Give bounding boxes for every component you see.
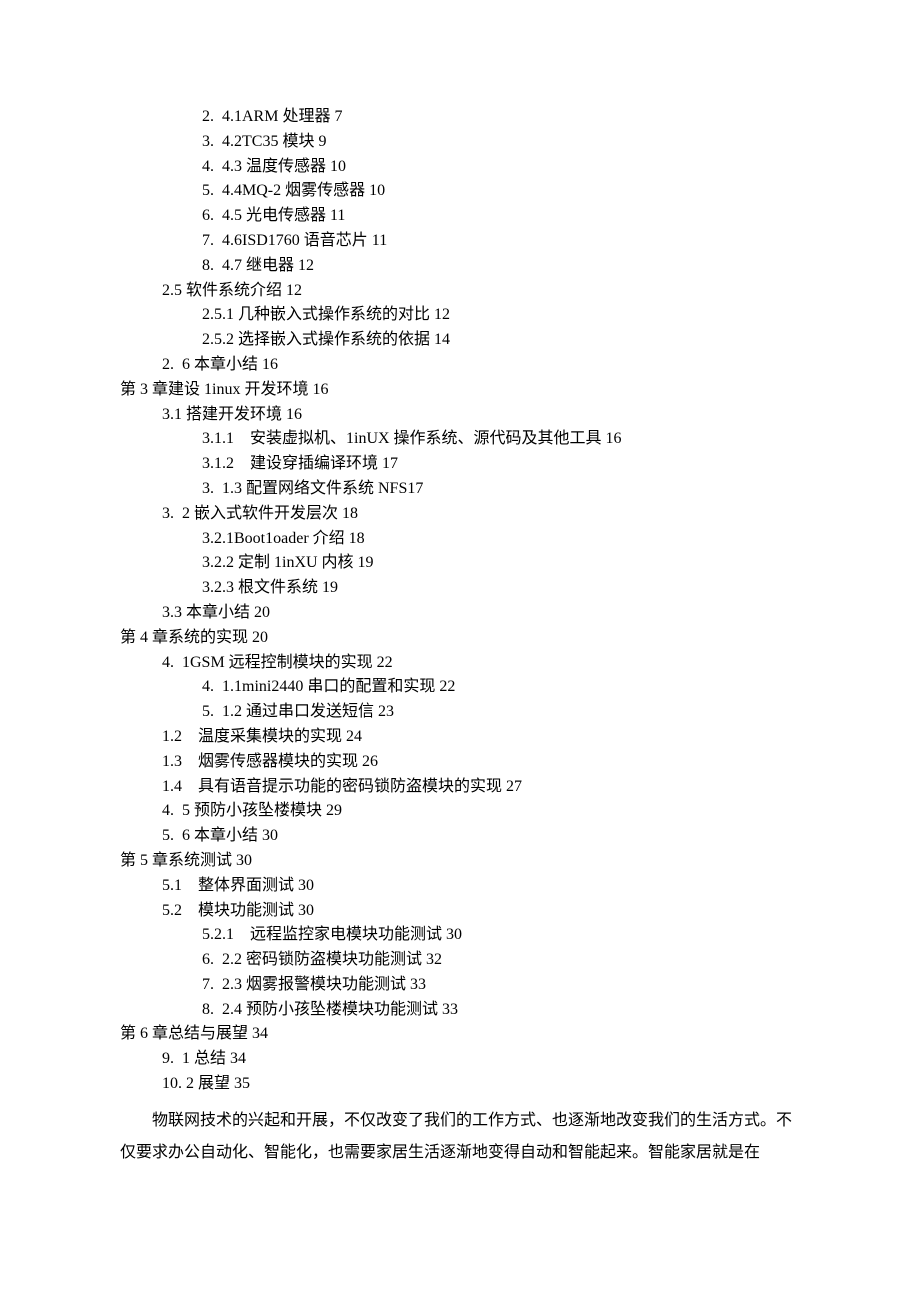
toc-entry: 8. 4.7 继电器 12 — [120, 254, 800, 279]
toc-entry: 3.3 本章小结 20 — [120, 601, 800, 626]
table-of-contents: 2. 4.1ARM 处理器 73. 4.2TC35 模块 94. 4.3 温度传… — [120, 105, 800, 1097]
toc-entry: 3. 1.3 配置网络文件系统 NFS17 — [120, 477, 800, 502]
toc-entry: 5. 6 本章小结 30 — [120, 824, 800, 849]
toc-entry: 2.5 软件系统介绍 12 — [120, 279, 800, 304]
toc-entry: 1.4 具有语音提示功能的密码锁防盗模块的实现 27 — [120, 775, 800, 800]
document-page: 2. 4.1ARM 处理器 73. 4.2TC35 模块 94. 4.3 温度传… — [0, 0, 920, 1301]
toc-entry: 7. 4.6ISD1760 语音芯片 11 — [120, 229, 800, 254]
toc-entry: 第 6 章总结与展望 34 — [120, 1022, 800, 1047]
toc-entry: 5. 4.4MQ-2 烟雾传感器 10 — [120, 179, 800, 204]
toc-entry: 第 4 章系统的实现 20 — [120, 626, 800, 651]
toc-entry: 3.2.1Boot1oader 介绍 18 — [120, 527, 800, 552]
toc-entry: 2.5.2 选择嵌入式操作系统的依据 14 — [120, 328, 800, 353]
body-paragraph: 物联网技术的兴起和开展，不仅改变了我们的工作方式、也逐渐地改变我们的生活方式。不… — [120, 1105, 800, 1169]
toc-entry: 8. 2.4 预防小孩坠楼模块功能测试 33 — [120, 998, 800, 1023]
toc-entry: 10. 2 展望 35 — [120, 1072, 800, 1097]
toc-entry: 2. 6 本章小结 16 — [120, 353, 800, 378]
toc-entry: 第 5 章系统测试 30 — [120, 849, 800, 874]
toc-entry: 3.2.3 根文件系统 19 — [120, 576, 800, 601]
toc-entry: 3. 2 嵌入式软件开发层次 18 — [120, 502, 800, 527]
toc-entry: 3.1.1 安装虚拟机、1inUX 操作系统、源代码及其他工具 16 — [120, 427, 800, 452]
toc-entry: 5.1 整体界面测试 30 — [120, 874, 800, 899]
toc-entry: 第 3 章建设 1inux 开发环境 16 — [120, 378, 800, 403]
toc-entry: 1.3 烟雾传感器模块的实现 26 — [120, 750, 800, 775]
toc-entry: 5. 1.2 通过串口发送短信 23 — [120, 700, 800, 725]
toc-entry: 5.2.1 远程监控家电模块功能测试 30 — [120, 923, 800, 948]
toc-entry: 4. 1.1mini2440 串口的配置和实现 22 — [120, 675, 800, 700]
toc-entry: 9. 1 总结 34 — [120, 1047, 800, 1072]
toc-entry: 3.1.2 建设穿插编译环境 17 — [120, 452, 800, 477]
toc-entry: 3. 4.2TC35 模块 9 — [120, 130, 800, 155]
toc-entry: 6. 2.2 密码锁防盗模块功能测试 32 — [120, 948, 800, 973]
toc-entry: 3.2.2 定制 1inXU 内核 19 — [120, 551, 800, 576]
toc-entry: 5.2 模块功能测试 30 — [120, 899, 800, 924]
toc-entry: 7. 2.3 烟雾报警模块功能测试 33 — [120, 973, 800, 998]
toc-entry: 2.5.1 几种嵌入式操作系统的对比 12 — [120, 303, 800, 328]
toc-entry: 2. 4.1ARM 处理器 7 — [120, 105, 800, 130]
toc-entry: 4. 5 预防小孩坠楼模块 29 — [120, 799, 800, 824]
toc-entry: 4. 1GSM 远程控制模块的实现 22 — [120, 651, 800, 676]
toc-entry: 6. 4.5 光电传感器 11 — [120, 204, 800, 229]
toc-entry: 1.2 温度采集模块的实现 24 — [120, 725, 800, 750]
toc-entry: 4. 4.3 温度传感器 10 — [120, 155, 800, 180]
toc-entry: 3.1 搭建开发环境 16 — [120, 403, 800, 428]
